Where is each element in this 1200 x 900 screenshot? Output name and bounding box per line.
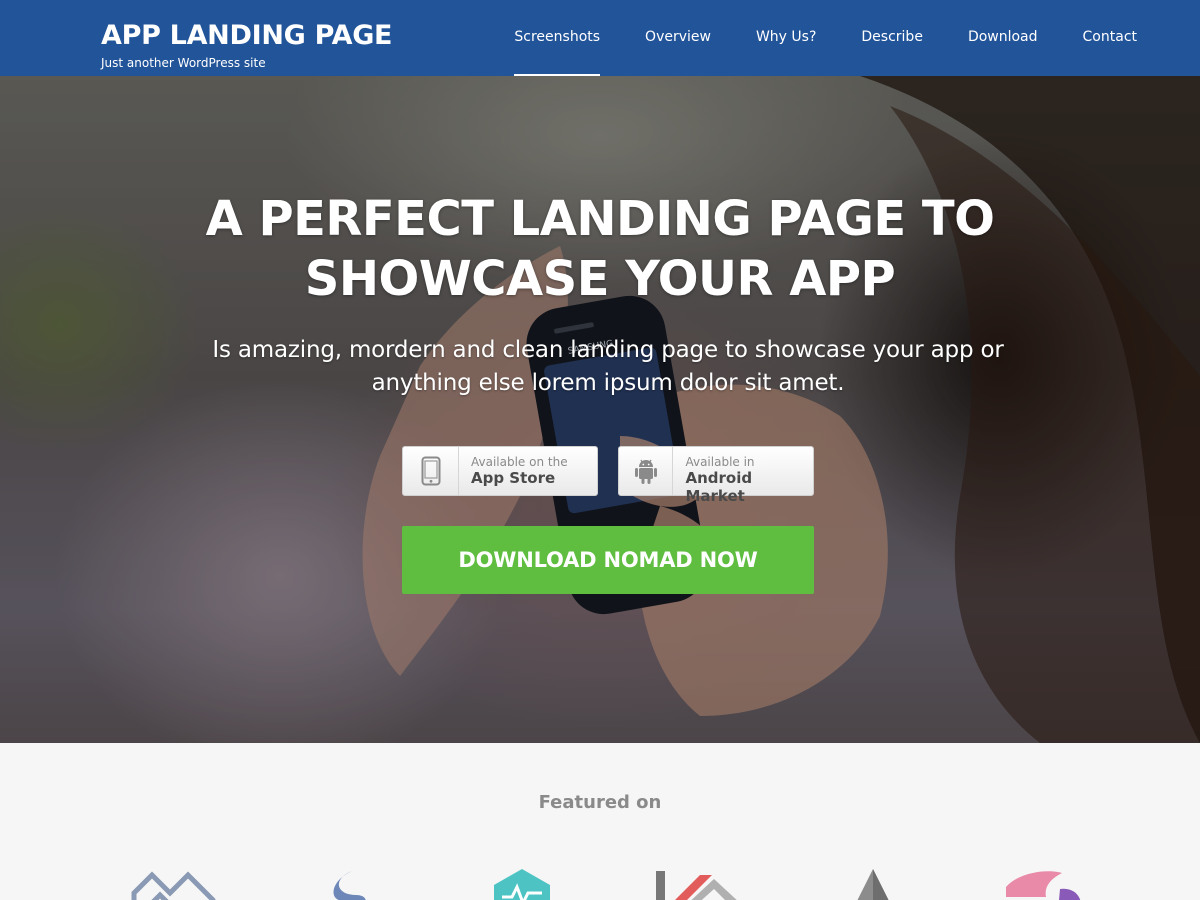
- triangle-logo[interactable]: [852, 867, 894, 900]
- hero-section: SAMSUNG A PERFECT LANDING PAGE TO SHOWCA…: [0, 76, 1200, 743]
- app-store-big-label: App Store: [471, 469, 556, 487]
- hero-headline-line2: SHOWCASE YOUR APP: [304, 251, 896, 307]
- flame-logo[interactable]: [1000, 867, 1090, 900]
- site-header: APP LANDING PAGE Just another WordPress …: [0, 0, 1200, 76]
- app-store-badge-text: Available on the App Store: [459, 447, 568, 495]
- nav-item-download[interactable]: Download: [968, 0, 1038, 76]
- hero-headline: A PERFECT LANDING PAGE TO SHOWCASE YOUR …: [0, 189, 1200, 309]
- nav-item-describe[interactable]: Describe: [861, 0, 923, 76]
- nav-item-contact[interactable]: Contact: [1083, 0, 1137, 76]
- maze-logo[interactable]: [130, 867, 220, 900]
- smartphone-icon: [403, 447, 459, 495]
- app-store-button[interactable]: Available on the App Store: [402, 446, 598, 496]
- hero-dark-overlay: [0, 76, 1200, 743]
- s-swirl-logo[interactable]: [322, 867, 382, 900]
- hero-subtitle-line2: anything else lorem ipsum dolor sit amet…: [371, 370, 845, 396]
- hero-headline-line1: A PERFECT LANDING PAGE TO: [205, 191, 995, 247]
- featured-section: Featured on: [0, 743, 1200, 900]
- k-roof-logo[interactable]: [654, 867, 744, 900]
- app-store-small-label: Available on the: [471, 455, 568, 469]
- android-market-button[interactable]: Available in Android Market: [618, 446, 814, 505]
- main-nav: Screenshots Overview Why Us? Describe Do…: [469, 0, 1137, 76]
- android-big-label: Android Market: [685, 469, 753, 505]
- nav-item-overview[interactable]: Overview: [645, 0, 711, 76]
- nav-item-screenshots[interactable]: Screenshots: [514, 0, 600, 76]
- featured-title: Featured on: [538, 792, 662, 813]
- site-tagline: Just another WordPress site: [101, 56, 266, 70]
- hero-subtitle: Is amazing, mordern and clean landing pa…: [200, 334, 1016, 400]
- hexagon-wave-logo[interactable]: [490, 867, 554, 900]
- android-icon: [619, 447, 674, 495]
- nav-item-why-us[interactable]: Why Us?: [756, 0, 816, 76]
- android-small-label: Available in: [685, 455, 755, 469]
- android-badge-text: Available in Android Market: [673, 447, 813, 505]
- site-title-link[interactable]: APP LANDING PAGE: [101, 19, 393, 53]
- hero-subtitle-line1: Is amazing, mordern and clean landing pa…: [212, 337, 1004, 363]
- download-nomad-button[interactable]: DOWNLOAD NOMAD NOW: [402, 526, 814, 594]
- brand: APP LANDING PAGE Just another WordPress …: [101, 19, 393, 71]
